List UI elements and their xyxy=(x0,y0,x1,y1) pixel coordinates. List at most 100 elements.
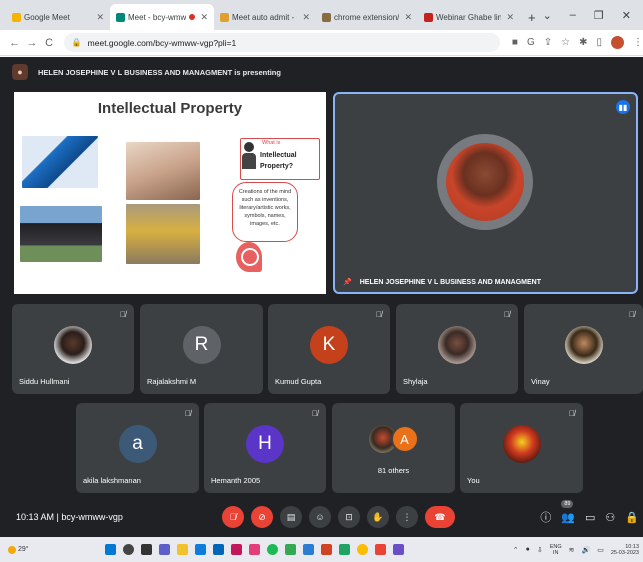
participant-tile[interactable]: 🎙̸ K Kumud Gupta xyxy=(268,304,390,394)
participant-name: Shylaja xyxy=(403,377,428,386)
others-tile[interactable]: A 81 others xyxy=(332,403,455,493)
chrome-icon[interactable] xyxy=(357,544,368,555)
maximize-icon[interactable]: ❐ xyxy=(594,9,604,22)
tab-search-icon[interactable]: ⌄ xyxy=(543,9,552,22)
camera-permission-icon[interactable]: ■ xyxy=(512,37,518,48)
captions-button[interactable]: ▤ xyxy=(280,506,302,528)
participant-avatar: a xyxy=(118,425,157,463)
google-lens-icon[interactable]: G xyxy=(527,37,535,48)
share-icon[interactable]: ⇪ xyxy=(544,37,552,48)
excel-icon[interactable] xyxy=(339,544,350,555)
self-tile[interactable]: 🎙̸ You xyxy=(460,403,583,493)
pdf-reader-icon[interactable] xyxy=(375,544,386,555)
start-icon[interactable] xyxy=(105,544,116,555)
extensions-icon[interactable]: ✱ xyxy=(579,37,587,48)
tab-title: Meet - bcy-wmww-v xyxy=(128,12,187,22)
participant-name: akila lakshmanan xyxy=(83,476,141,485)
wifi-icon[interactable]: ≋ xyxy=(569,546,575,554)
tab-meet-auto-admit[interactable]: Meet auto admit - Chron ✕ xyxy=(214,4,316,30)
participant-tile[interactable]: 🎙̸ Vinay xyxy=(524,304,643,394)
activities-icon[interactable]: ⚇ xyxy=(605,511,615,524)
host-controls-icon[interactable]: 🔒 xyxy=(625,511,639,524)
speaker-name-text: HELEN JOSEPHINE V L BUSINESS AND MANAGME… xyxy=(359,278,541,286)
antivirus-icon[interactable]: ● xyxy=(526,546,530,553)
side-panel-icon[interactable]: ▯ xyxy=(596,37,602,48)
close-tab-icon[interactable]: ✕ xyxy=(402,12,414,23)
word-icon[interactable] xyxy=(303,544,314,555)
tab-google-meet[interactable]: Google Meet ✕ xyxy=(6,4,110,30)
task-view-icon[interactable] xyxy=(141,544,152,555)
handshake-image xyxy=(126,142,200,200)
weather-widget[interactable]: 29° xyxy=(8,545,29,554)
teams-chat-icon[interactable] xyxy=(159,544,170,555)
powerpoint-icon[interactable] xyxy=(321,544,332,555)
self-name: You xyxy=(467,476,480,485)
present-button[interactable]: ⊡ xyxy=(338,506,360,528)
tab-webinar[interactable]: Webinar Ghabe link - ann ✕ xyxy=(418,4,520,30)
presenting-banner: ● HELEN JOSEPHINE V L BUSINESS AND MANAG… xyxy=(12,61,281,83)
meeting-details-icon[interactable]: ⓘ xyxy=(540,509,551,525)
participant-tile[interactable]: 🎙̸ a akila lakshmanan xyxy=(76,403,199,493)
pin-icon[interactable]: 📌 xyxy=(343,278,352,286)
tab-title: chrome extension//appc xyxy=(334,12,400,22)
store-icon[interactable] xyxy=(213,544,224,555)
participant-tile[interactable]: 🎙̸ Siddu Hullmani xyxy=(12,304,134,394)
usb-icon[interactable]: ⇩ xyxy=(537,546,543,554)
tab-meet-active[interactable]: Meet - bcy-wmww-v ✕ xyxy=(110,4,214,30)
search-icon[interactable] xyxy=(123,544,134,555)
participant-tile[interactable]: R Rajalakshmi M xyxy=(140,304,263,394)
forward-icon[interactable]: → xyxy=(23,37,40,49)
chat-icon[interactable]: ▭ xyxy=(585,511,595,524)
other-participant-avatar: A xyxy=(390,425,419,453)
bookmark-star-icon[interactable]: ☆ xyxy=(561,37,570,48)
close-tab-icon[interactable]: ✕ xyxy=(504,12,516,23)
tab-title: Google Meet xyxy=(24,12,70,22)
spotify-icon[interactable] xyxy=(267,544,278,555)
emoji-reaction-button[interactable]: ☺ xyxy=(309,506,331,528)
presenter-avatar-icon: ● xyxy=(12,64,28,80)
minimize-icon[interactable]: – xyxy=(570,9,576,21)
clock[interactable]: 10:13 25-03-2023 xyxy=(611,544,639,556)
url-input[interactable]: 🔒 meet.google.com/bcy-wmww-vgp?pli=1 xyxy=(63,33,500,52)
people-button[interactable]: 👥 89 xyxy=(561,499,575,524)
raise-hand-button[interactable]: ✋ xyxy=(367,506,389,528)
brain-head-icon xyxy=(236,242,262,272)
meet-stage: ● HELEN JOSEPHINE V L BUSINESS AND MANAG… xyxy=(0,57,643,537)
mic-off-icon: 🎙̸ xyxy=(185,409,191,418)
slide-title: Intellectual Property xyxy=(97,100,243,117)
more-options-button[interactable]: ⋮ xyxy=(396,506,418,528)
reload-icon[interactable]: C xyxy=(40,37,57,49)
tab-chrome-extension[interactable]: chrome extension//appc ✕ xyxy=(316,4,418,30)
edge-icon[interactable] xyxy=(195,544,206,555)
participant-tile[interactable]: 🎙̸ Shylaja xyxy=(396,304,518,394)
profile-avatar-icon[interactable] xyxy=(610,36,624,49)
participant-tile[interactable]: 🎙̸ H Hemanth 2005 xyxy=(204,403,326,493)
instagram-icon[interactable] xyxy=(249,544,260,555)
leave-call-button[interactable]: ☎ xyxy=(425,506,455,528)
system-tray: ⌃ ● ⇩ ENG IN ≋ 🔊 ▭ 10:13 25-03-2023 xyxy=(513,544,639,556)
new-tab-button[interactable]: + xyxy=(520,4,544,30)
extension-favicon-icon xyxy=(322,12,331,22)
close-tab-icon[interactable]: ✕ xyxy=(94,12,106,23)
mic-off-button[interactable]: 🎙̸ xyxy=(222,506,244,528)
app-icon[interactable] xyxy=(393,544,404,555)
close-window-icon[interactable]: ✕ xyxy=(622,9,631,22)
app-icon[interactable] xyxy=(231,544,242,555)
mic-off-icon: 🎙̸ xyxy=(629,310,635,319)
call-controls: 🎙̸ ⊘ ▤ ☺ ⊡ ✋ ⋮ ☎ xyxy=(222,506,455,528)
question-small-text: What is xyxy=(262,140,281,146)
whatsapp-icon[interactable] xyxy=(285,544,296,555)
people-count-badge: 89 xyxy=(561,499,574,508)
show-hidden-icons[interactable]: ⌃ xyxy=(513,546,519,554)
speaker-tile[interactable]: ▮▮ 📌 HELEN JOSEPHINE V L BUSINESS AND MA… xyxy=(333,92,638,294)
volume-icon[interactable]: 🔊 xyxy=(582,546,591,554)
camera-off-button[interactable]: ⊘ xyxy=(251,506,273,528)
close-tab-icon[interactable]: ✕ xyxy=(300,12,312,23)
back-icon[interactable]: ← xyxy=(6,37,23,49)
language-indicator[interactable]: ENG IN xyxy=(550,544,562,556)
url-text: meet.google.com/bcy-wmww-vgp?pli=1 xyxy=(87,37,237,48)
battery-icon[interactable]: ▭ xyxy=(597,546,604,554)
close-tab-icon[interactable]: ✕ xyxy=(198,12,210,23)
menu-icon[interactable]: ⋮ xyxy=(633,37,643,48)
file-explorer-icon[interactable] xyxy=(177,544,188,555)
